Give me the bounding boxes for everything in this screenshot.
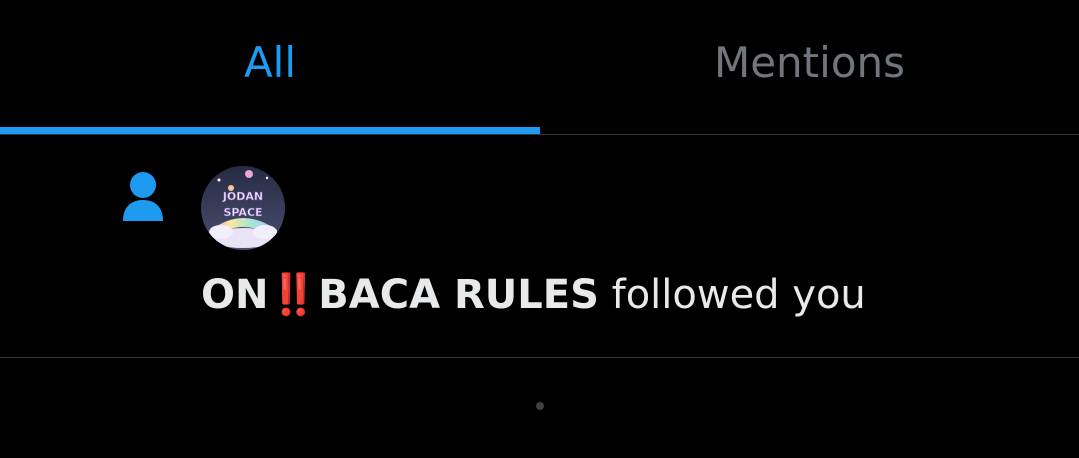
tab-all[interactable]: All (0, 0, 540, 134)
follow-notification[interactable]: JODAN SPACE ON‼️BACA RULES followed you (0, 135, 1079, 358)
follower-name[interactable]: ON (201, 272, 268, 318)
notification-text: ON‼️BACA RULES followed you (201, 271, 866, 319)
tab-mentions-label: Mentions (713, 37, 906, 87)
loading-indicator (536, 402, 544, 410)
tab-mentions[interactable]: Mentions (540, 0, 1079, 134)
follower-name-rest[interactable]: BACA RULES (318, 272, 599, 318)
notification-tabs: All Mentions (0, 0, 1079, 135)
avatar[interactable]: JODAN SPACE (201, 166, 285, 250)
active-tab-indicator (0, 127, 540, 134)
svg-text:SPACE: SPACE (223, 206, 262, 219)
person-icon (121, 171, 165, 223)
tab-all-label: All (243, 37, 297, 87)
notification-action: followed you (598, 272, 866, 318)
double-exclamation-emoji: ‼️ (268, 272, 319, 318)
svg-text:JODAN: JODAN (222, 190, 263, 203)
